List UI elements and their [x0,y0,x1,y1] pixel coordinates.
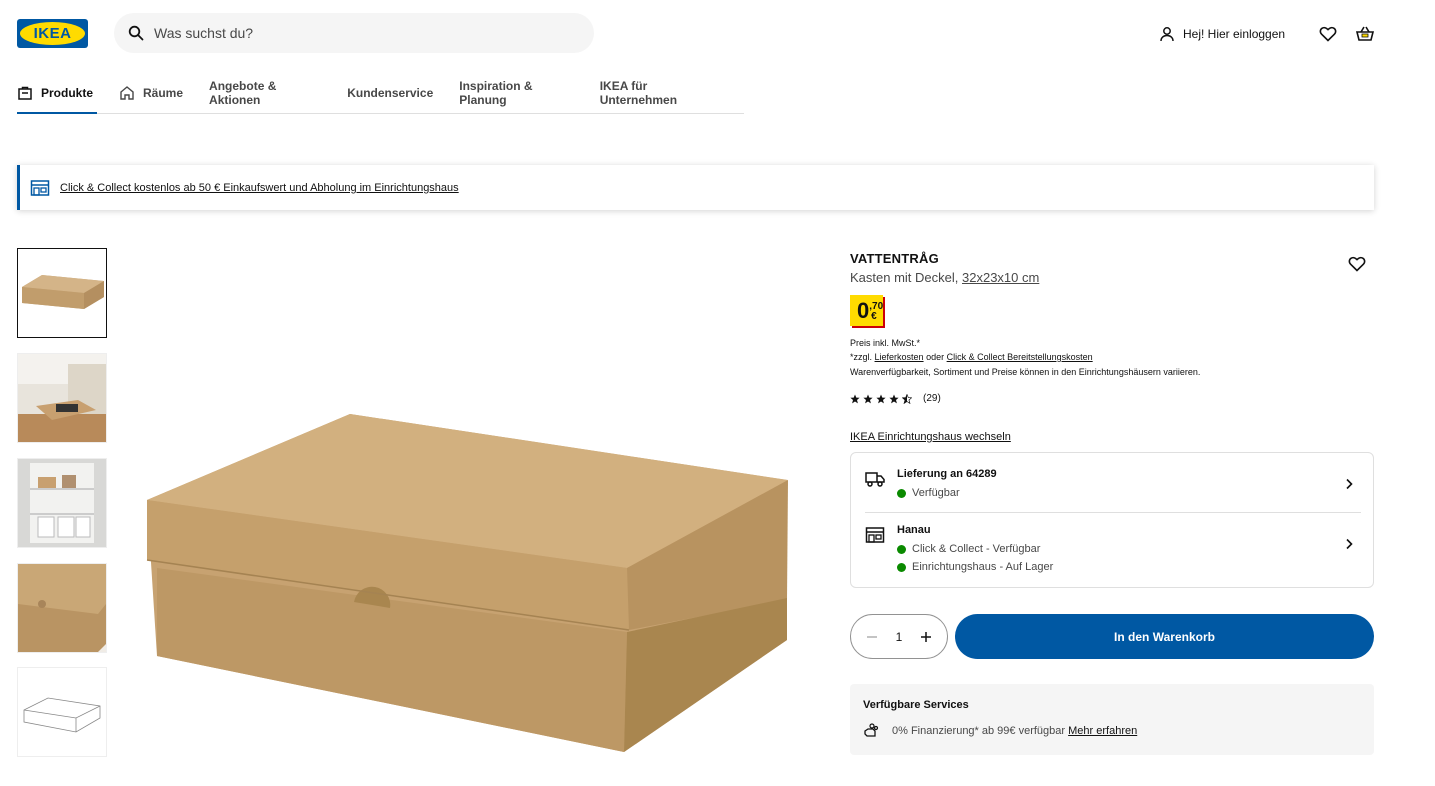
collect-status-text: Click & Collect - Verfügbar [912,543,1041,555]
click-collect-banner: Click & Collect kostenlos ab 50 € Einkau… [17,165,1374,210]
thumbnail-2[interactable] [17,353,107,443]
product-description: Kasten mit Deckel, 32x23x10 cm [850,270,1039,285]
chevron-right-icon [1346,478,1353,490]
financing-text: 0% Finanzierung* ab 99€ verfügbar [892,725,1066,737]
instore-status: Einrichtungshaus - Auf Lager [897,561,1053,573]
login-link[interactable]: Hej! Hier einloggen [1159,24,1285,44]
product-dimensions-link[interactable]: 32x23x10 cm [962,270,1039,285]
increase-button[interactable] [919,630,933,644]
delivery-status-text: Verfügbar [912,487,960,499]
rating[interactable]: (29) [850,393,941,404]
thumbnail-3[interactable] [17,458,107,548]
nav-item-inspiration[interactable]: Inspiration & Planung [459,74,573,112]
rating-count: (29) [923,393,941,404]
logo-text: IKEA [33,25,72,42]
ikea-logo[interactable]: IKEA [17,19,88,48]
star-icon [863,394,873,403]
price-integer: 0 [857,298,870,323]
nav-item-angebote[interactable]: Angebote & Aktionen [209,74,321,112]
chevron-right-icon [1346,538,1353,550]
nav-item-produkte[interactable]: Produkte [17,74,98,114]
nav-label: Räume [143,86,184,100]
plus-icon [921,631,931,642]
change-store-link[interactable]: IKEA Einrichtungshaus wechseln [850,431,1011,443]
availability-box: Lieferung an 64289 Verfügbar Hanau Click… [850,452,1374,588]
collect-status: Click & Collect - Verfügbar [897,543,1040,555]
services-title: Verfügbare Services [863,699,969,711]
cart-icon[interactable] [1355,24,1375,44]
heart-icon[interactable] [1318,24,1338,44]
status-dot [897,488,906,498]
nav-label: Angebote & Aktionen [209,79,277,107]
store-row[interactable]: Hanau Click & Collect - Verfügbar Einric… [865,524,1361,576]
search-bar[interactable] [114,13,594,53]
financing-more-link[interactable]: Mehr erfahren [1068,725,1137,737]
nav-item-unternehmen[interactable]: IKEA für Unternehmen [600,74,718,112]
box-detail-thumbnail-image [18,564,106,652]
financing-row: 0% Finanzierung* ab 99€ verfügbar Mehr e… [863,723,1137,739]
user-icon [1160,27,1174,42]
room-thumbnail-image [18,354,106,442]
home-icon [120,86,134,100]
shopping-bag-icon [18,86,32,100]
nav-item-kundenservice[interactable]: Kundenservice [347,74,433,112]
nav-label: IKEA für Unternehmen [599,79,678,107]
thumbnail-1[interactable] [17,248,107,338]
minus-icon [867,635,877,638]
instore-status-text: Einrichtungshaus - Auf Lager [912,561,1054,573]
thumbnail-5[interactable] [17,667,107,757]
nav-label: Kundenservice [347,86,434,100]
add-to-cart-button[interactable]: In den Warenkorb [955,614,1374,659]
quantity-stepper[interactable]: 1 [850,614,948,659]
main-nav: Produkte Räume Angebote & Aktionen Kunde… [17,74,744,114]
logo-oval: IKEA [20,22,85,45]
heart-icon[interactable] [1347,254,1367,274]
services-box: Verfügbare Services 0% Finanzierung* ab … [850,684,1374,755]
star-icon [876,394,886,403]
dimensions-drawing-thumbnail-image [18,668,106,756]
banner-link[interactable]: Click & Collect kostenlos ab 50 € Einkau… [60,182,459,194]
nav-item-raeume[interactable]: Räume [119,74,183,112]
star-icon [850,394,860,403]
search-input[interactable] [154,25,554,41]
store-icon [865,527,885,543]
nav-label: Inspiration & Planung [459,79,533,107]
price-currency: € [871,311,877,322]
divider [865,512,1361,513]
delivery-status: Verfügbar [897,487,960,499]
quantity-value[interactable]: 1 [896,630,903,644]
shipping-or: oder [926,352,945,362]
shelf-thumbnail-image [18,459,106,547]
shipping-prefix: *zzgl. [850,352,873,362]
search-icon [128,25,144,41]
nav-label: Produkte [41,86,94,100]
availability-note: Warenverfügbarkeit, Sortiment und Preise… [850,367,1201,377]
thumbnail-4[interactable] [17,563,107,653]
price-note: Preis inkl. MwSt.* [850,338,921,348]
store-title: Hanau [897,524,931,536]
login-label: Hej! Hier einloggen [1183,27,1286,41]
store-icon [30,179,50,196]
financing-icon [864,723,879,737]
collect-cost-link[interactable]: Click & Collect Bereitstellungskosten [947,352,1093,362]
status-dot [897,562,906,572]
product-type: Kasten mit Deckel, [850,270,959,285]
product-main-image [146,414,788,752]
price-tag: 0 ,70 € [850,295,883,326]
product-name: VATTENTRÅG [850,251,939,266]
status-dot [897,544,906,554]
star-icon [889,394,899,403]
decrease-button[interactable] [865,630,879,644]
truck-icon [865,472,885,487]
half-star-icon [902,393,912,404]
delivery-row[interactable]: Lieferung an 64289 Verfügbar [865,468,1361,508]
delivery-title: Lieferung an 64289 [897,468,997,480]
shipping-cost-link[interactable]: Lieferkosten [875,352,924,362]
box-thumbnail-image [18,249,106,337]
shipping-note: *zzgl. Lieferkosten oder Click & Collect… [850,352,1093,362]
